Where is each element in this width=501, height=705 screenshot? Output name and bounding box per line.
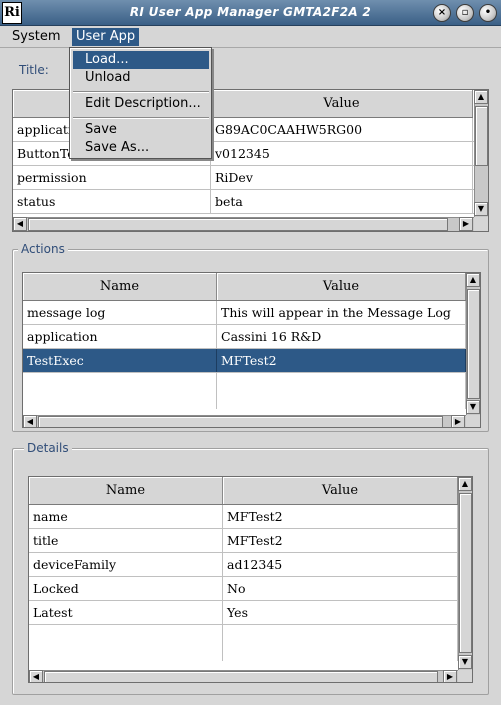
title-bar[interactable]: Ri RI User App Manager GMTA2F2A 2 × ▫ •	[0, 0, 501, 26]
scroll-corner	[466, 415, 480, 427]
table-cell-value: No	[223, 577, 458, 600]
scroll-corner	[474, 217, 488, 231]
table-cell-value: Cassini 16 R&D	[217, 325, 466, 348]
table-row[interactable]: message log This will appear in the Mess…	[23, 301, 480, 325]
details-value-header[interactable]: Value	[223, 477, 458, 504]
table-row[interactable]: application Cassini 16 R&D	[23, 325, 480, 349]
table-row[interactable]: status beta	[13, 190, 488, 214]
table-cell-empty	[217, 373, 466, 409]
details-legend: Details	[24, 441, 72, 455]
table-row-empty[interactable]	[23, 373, 480, 409]
close-icon[interactable]: ×	[433, 4, 451, 22]
table-cell-name: TestExec	[23, 349, 217, 372]
table-cell-empty	[29, 625, 223, 661]
table-cell-value: Yes	[223, 601, 458, 624]
table-cell-value: MFTest2	[217, 349, 466, 372]
title-vertical-scrollbar[interactable]: ▲ ▼	[474, 90, 488, 217]
table-row[interactable]: deviceFamily ad12345	[29, 553, 472, 577]
table-row[interactable]: permission RiDev	[13, 166, 488, 190]
table-cell-name: deviceFamily	[29, 553, 223, 576]
minimize-icon[interactable]: •	[479, 4, 497, 22]
scroll-down-icon[interactable]: ▼	[474, 202, 488, 216]
table-cell-value: This will appear in the Message Log	[217, 301, 466, 324]
table-row-selected[interactable]: TestExec MFTest2	[23, 349, 480, 373]
table-cell-empty	[23, 373, 217, 409]
title-horizontal-scrollbar[interactable]: ◀ ▶	[13, 217, 474, 231]
maximize-icon[interactable]: ▫	[456, 4, 474, 22]
table-row[interactable]: name MFTest2	[29, 505, 472, 529]
scroll-left-icon[interactable]: ◀	[29, 670, 43, 682]
title-label: Title:	[19, 63, 49, 77]
table-cell-name: title	[29, 529, 223, 552]
scroll-right-icon[interactable]: ▶	[459, 217, 473, 231]
window-title: RI User App Manager GMTA2F2A 2	[129, 5, 372, 19]
table-cell-value: G89AC0CAAHW5RG00	[211, 118, 473, 141]
menu-user-app[interactable]: User App	[72, 28, 140, 46]
table-cell-name: name	[29, 505, 223, 528]
title-value-header[interactable]: Value	[211, 90, 473, 117]
details-table: Name Value name MFTest2 title MFTest2 de…	[28, 476, 473, 683]
scroll-thumb[interactable]	[459, 493, 472, 653]
table-cell-name: message log	[23, 301, 217, 324]
menu-separator	[73, 91, 209, 93]
menu-item-edit-description[interactable]: Edit Description...	[73, 95, 209, 113]
table-cell-value: MFTest2	[223, 529, 458, 552]
scroll-left-icon[interactable]: ◀	[23, 415, 37, 427]
menu-system[interactable]: System	[8, 28, 64, 46]
table-cell-name: status	[13, 190, 211, 213]
table-cell-name: Latest	[29, 601, 223, 624]
table-cell-name: application	[23, 325, 217, 348]
actions-legend: Actions	[18, 242, 68, 256]
table-cell-value: ad12345	[223, 553, 458, 576]
table-cell-value: MFTest2	[223, 505, 458, 528]
menu-bar: System User App	[0, 26, 501, 48]
details-name-header[interactable]: Name	[29, 477, 223, 504]
table-row[interactable]: Locked No	[29, 577, 472, 601]
actions-name-header[interactable]: Name	[23, 273, 217, 300]
actions-table: Name Value message log This will appear …	[22, 272, 481, 428]
scroll-thumb[interactable]	[44, 671, 438, 682]
menu-item-load[interactable]: Load...	[73, 51, 209, 69]
table-cell-name: Locked	[29, 577, 223, 600]
details-horizontal-scrollbar[interactable]: ◀ ▶	[29, 670, 458, 682]
scroll-up-icon[interactable]: ▲	[458, 477, 472, 491]
table-row-empty[interactable]	[29, 625, 472, 661]
scroll-right-icon[interactable]: ▶	[443, 670, 457, 682]
actions-horizontal-scrollbar[interactable]: ◀ ▶	[23, 415, 466, 427]
actions-value-header[interactable]: Value	[217, 273, 466, 300]
details-vertical-scrollbar[interactable]: ▲ ▼	[458, 477, 472, 670]
scroll-thumb[interactable]	[467, 289, 480, 399]
menu-separator	[73, 117, 209, 119]
table-cell-value: v012345	[211, 142, 473, 165]
table-cell-value: RiDev	[211, 166, 473, 189]
scroll-thumb[interactable]	[28, 218, 448, 231]
scroll-down-icon[interactable]: ▼	[458, 655, 472, 669]
table-cell-value: beta	[211, 190, 473, 213]
scroll-down-icon[interactable]: ▼	[466, 400, 480, 414]
scroll-thumb[interactable]	[38, 416, 443, 427]
table-row[interactable]: Latest Yes	[29, 601, 472, 625]
table-cell-empty	[223, 625, 458, 661]
scroll-thumb[interactable]	[475, 106, 488, 166]
scroll-up-icon[interactable]: ▲	[466, 273, 480, 287]
table-cell-name: permission	[13, 166, 211, 189]
scroll-left-icon[interactable]: ◀	[13, 217, 27, 231]
table-row[interactable]: title MFTest2	[29, 529, 472, 553]
user-app-dropdown: Load... Unload Edit Description... Save …	[69, 47, 212, 159]
scroll-corner	[458, 670, 472, 682]
actions-vertical-scrollbar[interactable]: ▲ ▼	[466, 273, 480, 415]
menu-item-unload[interactable]: Unload	[73, 69, 209, 87]
scroll-up-icon[interactable]: ▲	[474, 90, 488, 104]
menu-item-save[interactable]: Save	[73, 121, 209, 139]
menu-item-save-as[interactable]: Save As...	[73, 139, 209, 157]
scroll-right-icon[interactable]: ▶	[451, 415, 465, 427]
